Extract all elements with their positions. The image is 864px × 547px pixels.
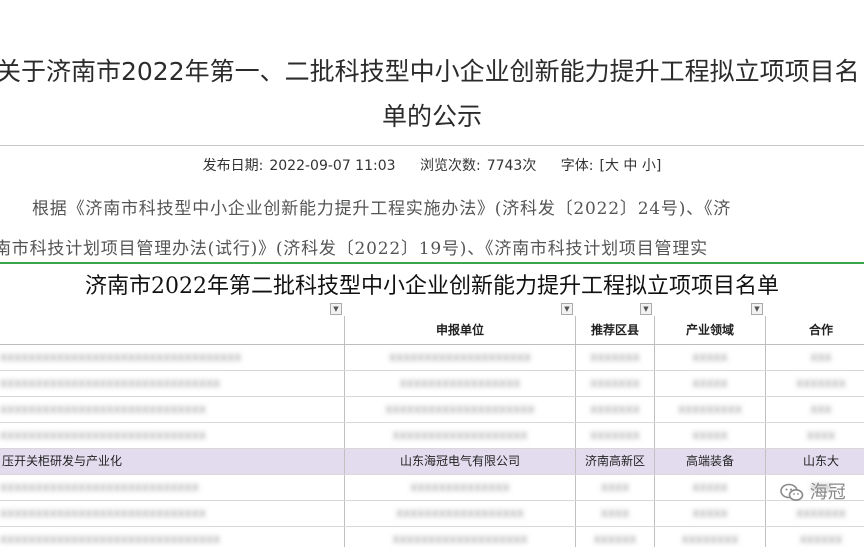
- blurred-cell: xxxxx: [654, 475, 765, 500]
- header-applicant: 申报单位: [344, 316, 575, 344]
- views-label: 浏览次数:: [419, 158, 481, 174]
- table-row-blurred: xxxxxxxxxxxxxxxxxxxxxxxxxxxxxxxxxxxxxxxx…: [0, 397, 864, 423]
- filter-dropdown-icon: ▼: [640, 303, 652, 315]
- table-header-row: 申报单位 推荐区县 产业领域 合作: [0, 316, 864, 345]
- blurred-cell: xxxxxxxxxxxxxxxxx: [344, 371, 575, 396]
- table-row-blurred: xxxxxxxxxxxxxxxxxxxxxxxxxxxxxxxxxxxxxxxx…: [0, 371, 864, 397]
- blurred-cell: xxxxxx: [575, 527, 654, 547]
- views-info: 浏览次数: 7743次: [420, 158, 536, 174]
- article-title-line-1: 关于济南市2022年第一、二批科技型中小企业创新能力提升工程拟立项项目名: [0, 57, 860, 86]
- publish-label: 发布日期:: [202, 158, 264, 174]
- blurred-cell: xxxxx: [654, 501, 765, 526]
- blurred-cell: xxxxxxxxxxxxxxxxxxxxxxxxxxxxxxx: [0, 371, 344, 396]
- blurred-cell: xxxxxxx: [765, 371, 864, 396]
- blurred-cell: xxxxx: [654, 423, 765, 448]
- blurred-cell: xxx: [765, 345, 864, 370]
- district-cell: 济南高新区: [575, 449, 654, 474]
- blurred-cell: xxxxxxxxxxxxxxxxxxxx: [344, 345, 575, 370]
- blurred-cell: xxxxxxxxxxxxxxxxxxxxxxxxxxxxx: [0, 423, 344, 448]
- filter-dropdown-icon: ▼: [751, 303, 763, 315]
- blurred-cell: xxxx: [765, 423, 864, 448]
- wechat-icon: [780, 483, 804, 501]
- project-name-cell: 压开关柜研发与产业化: [0, 449, 344, 474]
- blurred-cell: xxxxxxxxx: [654, 397, 765, 422]
- blurred-cell: xxxxxxxxxxxxxxxxxxxxxxxxxxxxxxxxxx: [0, 345, 344, 370]
- blurred-cell: xxxxxxxxxxxxxxxxxxx: [344, 423, 575, 448]
- blurred-cell: xxxxxxx: [765, 501, 864, 526]
- font-label: 字体:: [560, 158, 594, 174]
- table-row-blurred: xxxxxxxxxxxxxxxxxxxxxxxxxxxxxxxxxxxxxxxx…: [0, 527, 864, 547]
- table-row-blurred: xxxxxxxxxxxxxxxxxxxxxxxxxxxxxxxxxxxxxxxx…: [0, 501, 864, 527]
- table-row-highlighted: 压开关柜研发与产业化 山东海冠电气有限公司 济南高新区 高端装备 山东大: [0, 449, 864, 475]
- blurred-cell: xxxxxxxxxxxxxxxxxxxxxxxxxxxx: [0, 475, 344, 500]
- table-row-blurred: xxxxxxxxxxxxxxxxxxxxxxxxxxxxxxxxxxxxxxxx…: [0, 423, 864, 449]
- blurred-cell: xxxxxxx: [575, 345, 654, 370]
- table-row-blurred: xxxxxxxxxxxxxxxxxxxxxxxxxxxxxxxxxxxxxxxx…: [0, 345, 864, 371]
- blurred-cell: xxxxxxxxxxxxxxxxxxxxxxxxxxxxx: [0, 397, 344, 422]
- blurred-cell: xxxxxxxxxxxxxxxxxx: [344, 501, 575, 526]
- blurred-cell: xxxxxxxxxxxxxx: [344, 475, 575, 500]
- applicant-cell: 山东海冠电气有限公司: [344, 449, 575, 474]
- watermark-text: 海冠: [809, 482, 846, 503]
- article-meta: 发布日期: 2022-09-07 11:03 浏览次数: 7743次 字体: [大 中…: [0, 155, 864, 175]
- sheet-title: 济南市2022年第二批科技型中小企业创新能力提升工程拟立项项目名单: [85, 274, 779, 299]
- header-district: 推荐区县: [575, 316, 654, 344]
- font-size-options[interactable]: [大 中 小]: [600, 158, 662, 174]
- blurred-cell: xxxxxxx: [575, 371, 654, 396]
- blurred-cell: xxxxxx: [765, 527, 864, 547]
- blurred-cell: xxxxx: [654, 371, 765, 396]
- table-row-blurred: xxxxxxxxxxxxxxxxxxxxxxxxxxxxxxxxxxxxxxxx…: [0, 475, 864, 501]
- blurred-cell: xxxxxxxxxxxxxxxxxxxxxxxxxxxxxxx: [0, 527, 344, 547]
- wechat-watermark: 海冠: [780, 478, 846, 504]
- industry-cell: 高端装备: [654, 449, 765, 474]
- blurred-cell: xxxxxxxxxxxxxxxxxxx: [344, 527, 575, 547]
- article-paragraph-line-1: 根据《济南市科技型中小企业创新能力提升工程实施办法》(济科发〔2022〕24号)…: [32, 199, 732, 219]
- blurred-cell: xxxx: [575, 475, 654, 500]
- blurred-cell: xxxxxxx: [575, 397, 654, 422]
- blurred-cell: xxxxxxx: [575, 423, 654, 448]
- title-divider: [0, 145, 864, 146]
- filter-dropdown-icon: ▼: [330, 303, 342, 315]
- blurred-cell: xxxxx: [654, 345, 765, 370]
- blurred-cell: xxxxxxxxxxxxxxxxxxxxx: [344, 397, 575, 422]
- header-industry: 产业领域: [654, 316, 765, 344]
- filter-dropdown-icon: ▼: [561, 303, 573, 315]
- blurred-cell: xxxx: [575, 501, 654, 526]
- blurred-cell: xxxxxxxx: [654, 527, 765, 547]
- article-paragraph-line-2: 南市科技计划项目管理办法(试行)》(济科发〔2022〕19号)、《济南市科技计划…: [0, 239, 708, 259]
- header-project-name: [0, 316, 344, 344]
- blurred-cell: xxxxxxxxxxxxxxxxxxxxxxxxxxxxx: [0, 501, 344, 526]
- article-title-line-2: 单的公示: [381, 102, 482, 131]
- blurred-cell: xxx: [765, 397, 864, 422]
- font-size-control: 字体: [大 中 小]: [561, 158, 662, 174]
- header-partner: 合作: [765, 316, 864, 344]
- partner-cell: 山东大: [765, 449, 864, 474]
- publish-info: 发布日期: 2022-09-07 11:03: [203, 158, 396, 174]
- project-list-image: 济南市2022年第二批科技型中小企业创新能力提升工程拟立项项目名单 ▼ ▼ ▼ …: [0, 262, 864, 547]
- views-count: 7743次: [486, 158, 537, 174]
- publish-date: 2022-09-07 11:03: [269, 158, 396, 174]
